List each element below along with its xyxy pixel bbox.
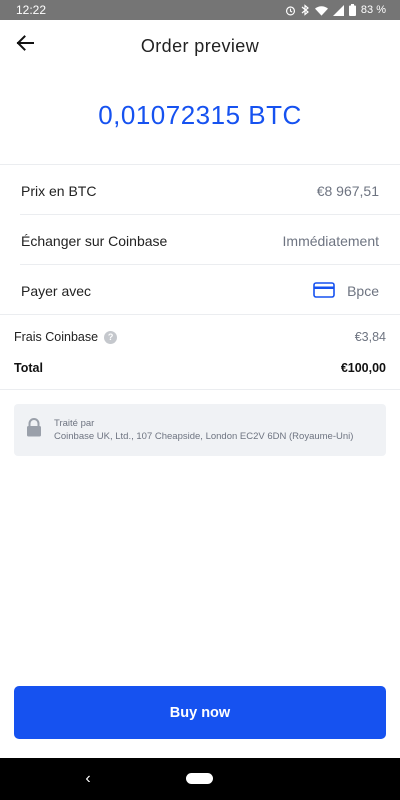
- fee-value: €3,84: [354, 330, 386, 344]
- row-payment-method[interactable]: Payer avec Bpce: [0, 266, 400, 316]
- row-value: €8 967,51: [316, 183, 379, 199]
- row-label: Payer avec: [21, 283, 92, 299]
- divider: [0, 164, 400, 165]
- lock-icon: [26, 418, 42, 442]
- payment-method-value[interactable]: Bpce: [313, 281, 379, 301]
- divider: [0, 389, 400, 390]
- arrow-left-icon: [16, 34, 34, 56]
- total-row: Total €100,00: [0, 357, 400, 379]
- status-icons: 83 %: [285, 4, 386, 16]
- buy-now-button[interactable]: Buy now: [14, 686, 386, 739]
- payment-method-name: Bpce: [347, 283, 379, 299]
- header: Order preview: [0, 20, 400, 72]
- signal-icon: [332, 4, 344, 16]
- fee-label-group: Frais Coinbase ?: [14, 330, 118, 344]
- row-btc-price: Prix en BTC €8 967,51: [0, 166, 400, 216]
- processor-info-title: Traité par: [54, 418, 95, 429]
- processor-info-box: Traité par Coinbase UK, Ltd., 107 Cheaps…: [14, 404, 386, 456]
- status-time: 12:22: [16, 3, 47, 17]
- back-button[interactable]: [12, 32, 38, 58]
- credit-card-icon: [313, 281, 335, 301]
- alarm-icon: [285, 5, 296, 16]
- status-bar: 12:22 83 %: [0, 0, 400, 20]
- fee-label: Frais Coinbase: [14, 330, 99, 344]
- crypto-amount: 0,01072315 BTC: [98, 100, 302, 130]
- row-exchange-timing: Échanger sur Coinbase Immédiatement: [0, 216, 400, 266]
- wifi-icon: [314, 5, 328, 16]
- fee-row: Frais Coinbase ? €3,84: [0, 326, 400, 348]
- bluetooth-icon: [301, 4, 310, 16]
- divider: [0, 314, 400, 315]
- row-label: Prix en BTC: [21, 183, 97, 199]
- processor-info-text: Traité par Coinbase UK, Ltd., 107 Cheaps…: [54, 417, 353, 443]
- processor-info-address: Coinbase UK, Ltd., 107 Cheapside, London…: [54, 431, 354, 442]
- battery-level: 83 %: [360, 3, 386, 16]
- battery-icon: [348, 4, 356, 16]
- row-label: Échanger sur Coinbase: [21, 233, 168, 249]
- divider: [20, 264, 400, 265]
- nav-back-icon[interactable]: ‹: [78, 768, 98, 790]
- total-label: Total: [14, 361, 43, 375]
- divider: [20, 214, 400, 215]
- system-nav-bar: ‹: [0, 758, 400, 800]
- row-value: Immédiatement: [282, 233, 379, 249]
- page-title: Order preview: [140, 35, 260, 56]
- total-value: €100,00: [340, 361, 386, 375]
- nav-home-button[interactable]: [186, 773, 213, 784]
- help-icon[interactable]: ?: [104, 330, 118, 344]
